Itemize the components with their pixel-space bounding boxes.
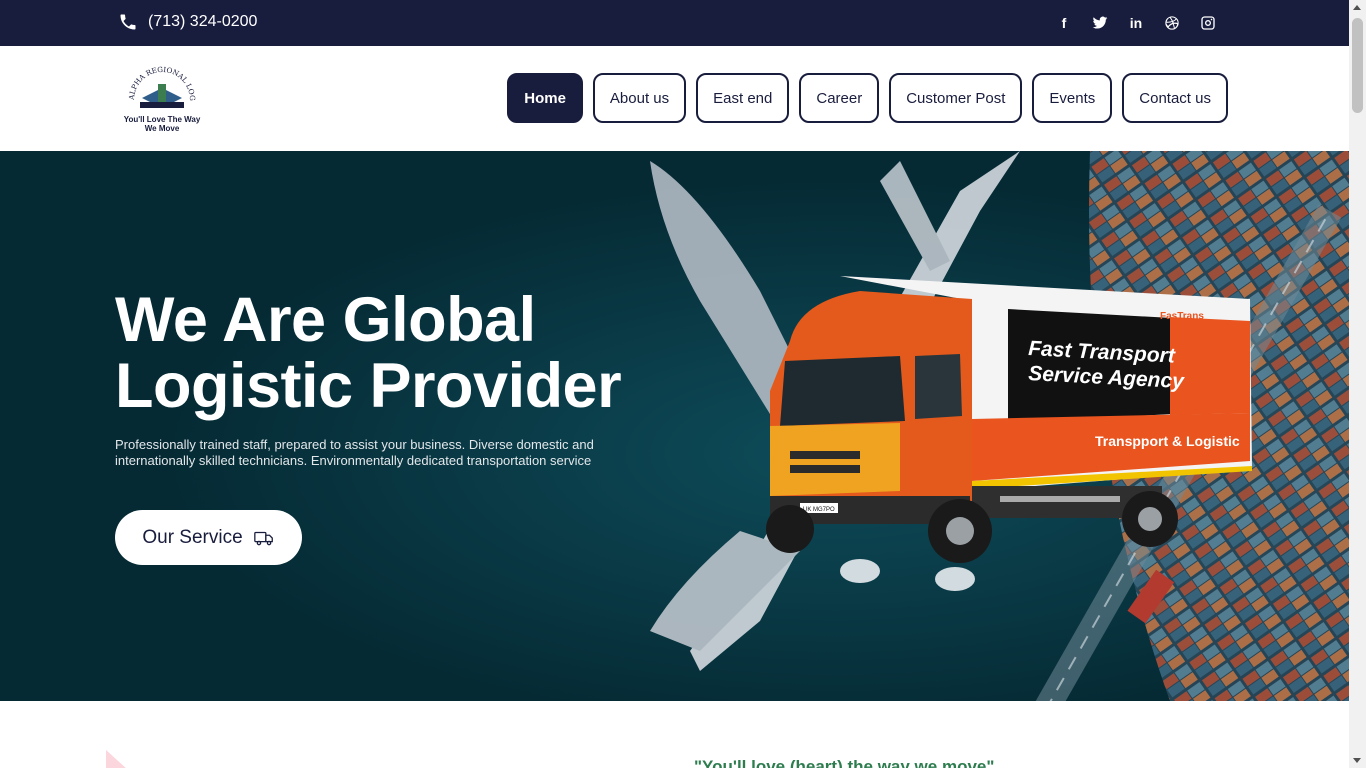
linkedin-icon[interactable]: in [1128,15,1144,31]
section-tagline: "You'll love (heart) the way we move" [694,757,995,768]
scroll-up-arrow-icon[interactable] [1353,5,1361,10]
our-service-label: Our Service [142,526,243,548]
hero-title-line2: Logistic Provider [115,351,622,421]
social-links: f in [1056,15,1216,31]
svg-text:You'll Love The Way: You'll Love The Way [124,115,201,124]
nav-events[interactable]: Events [1032,73,1113,123]
decorative-shape [106,750,126,768]
nav-home[interactable]: Home [507,73,583,123]
hero-description: Professionally trained staff, prepared t… [115,437,594,468]
nav-customer-post[interactable]: Customer Post [889,73,1023,123]
our-service-button[interactable]: Our Service [115,510,302,565]
svg-text:We Move: We Move [145,124,180,133]
hero-illustration: FasTrans Fast Transport Service Agency T… [0,151,1349,701]
phone-number: (713) 324-0200 [148,13,258,30]
svg-text:FasTrans: FasTrans [1160,311,1204,322]
dribbble-icon[interactable] [1164,15,1180,31]
scroll-down-arrow-icon[interactable] [1353,758,1361,763]
main-nav: Home About us East end Career Customer P… [507,73,1228,123]
nav-career[interactable]: Career [799,73,880,123]
hero-banner: FasTrans Fast Transport Service Agency T… [0,151,1349,701]
nav-east-end[interactable]: East end [696,73,790,123]
nav-about-us[interactable]: About us [592,73,687,123]
svg-text:Transpport & Logistic: Transpport & Logistic [1095,433,1240,449]
facebook-icon[interactable]: f [1056,15,1072,31]
twitter-icon[interactable] [1092,15,1108,31]
hero-title: We Are Global Logistic Provider [115,285,622,421]
intro-section: "You'll love (heart) the way we move" [0,701,1349,768]
company-logo[interactable]: ALPHA REGIONAL LOGISTICS LLC You'll Love… [122,58,202,138]
hero-title-line1: We Are Global [115,285,536,355]
top-bar: (713) 324-0200 f in [0,0,1349,46]
svg-text:UK MG7PO: UK MG7PO [803,507,835,513]
site-header: ALPHA REGIONAL LOGISTICS LLC You'll Love… [0,46,1349,151]
nav-contact-us[interactable]: Contact us [1122,73,1228,123]
instagram-icon[interactable] [1200,15,1216,31]
phone-icon [120,14,136,30]
page-scrollbar[interactable] [1349,0,1366,768]
phone-contact[interactable]: (713) 324-0200 [118,12,257,32]
truck-icon [253,531,273,545]
scrollbar-thumb[interactable] [1352,18,1363,113]
